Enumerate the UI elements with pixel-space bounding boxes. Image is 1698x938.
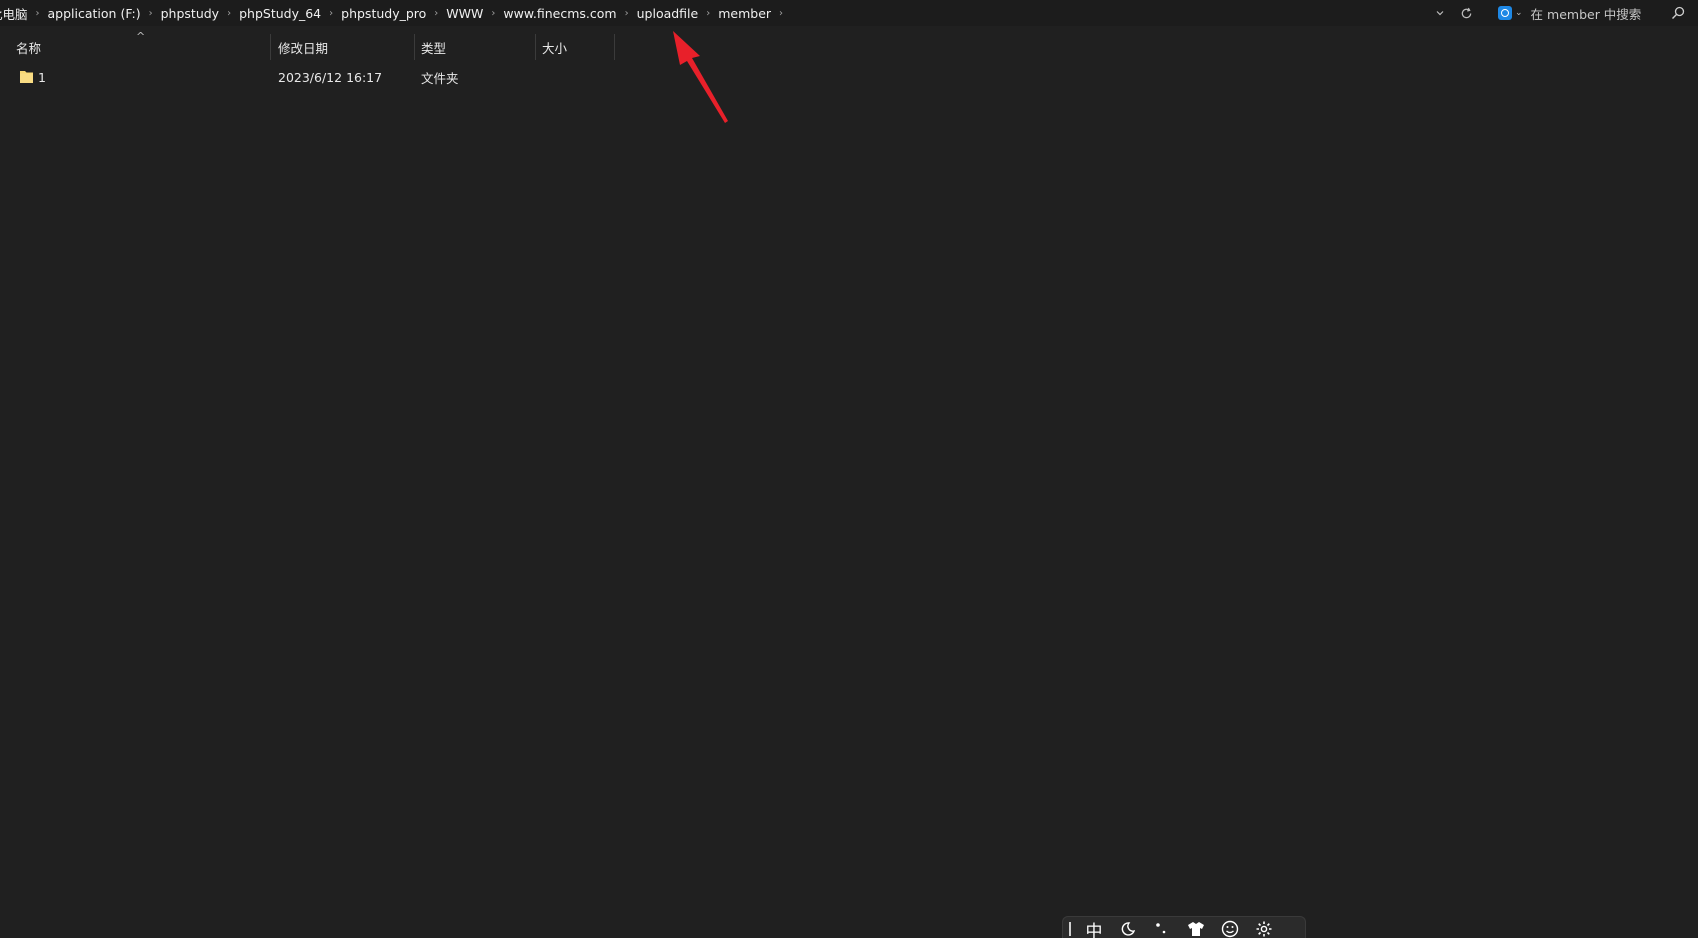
moon-icon <box>1121 922 1136 936</box>
settings-icon <box>1256 921 1272 937</box>
moon-icon[interactable] <box>1111 917 1145 938</box>
settings-icon[interactable] <box>1247 917 1281 938</box>
column-resize-handle[interactable] <box>535 34 536 60</box>
ime-mode-toggle[interactable]: 中 <box>1077 917 1111 938</box>
breadcrumb-this-pc[interactable]: 此电脑 <box>0 4 30 23</box>
column-header-type-label: 类型 <box>421 40 447 56</box>
column-header-date[interactable]: 修改日期 <box>278 34 414 60</box>
column-header-date-label: 修改日期 <box>278 40 329 56</box>
breadcrumb-separator-icon[interactable]: › <box>619 8 635 19</box>
breadcrumb-www[interactable]: WWW <box>444 6 485 21</box>
refresh-icon <box>1461 7 1471 18</box>
search-engine-dropdown-icon[interactable]: ⌄ <box>1515 8 1523 18</box>
breadcrumb-separator-icon[interactable]: › <box>143 8 159 19</box>
annotation-arrow-icon <box>673 31 728 123</box>
breadcrumb-phpstudy-64[interactable]: phpStudy_64 <box>237 6 323 21</box>
breadcrumb-separator-icon[interactable]: › <box>485 8 501 19</box>
search-input[interactable]: ⌄ 在 member 中搜索 <box>1490 0 1698 26</box>
file-explorer-window: 此电脑 › application (F:) › phpstudy › phpS… <box>0 0 1698 938</box>
search-placeholder: 在 member 中搜索 <box>1530 6 1642 22</box>
breadcrumb-uploadfile[interactable]: uploadfile <box>635 6 701 21</box>
punctuation-icon <box>1156 923 1166 934</box>
search-engine-icon[interactable] <box>1498 6 1512 20</box>
address-history-dropdown[interactable] <box>1432 0 1448 26</box>
column-resize-handle[interactable] <box>414 34 415 60</box>
emoji-icon[interactable] <box>1213 917 1247 938</box>
breadcrumb-drive-f[interactable]: application (F:) <box>46 6 143 21</box>
column-header-type[interactable]: 类型 <box>421 34 535 60</box>
column-resize-handle[interactable] <box>270 34 271 60</box>
column-header-name-label: 名称 <box>16 40 42 56</box>
column-header-row: ^ 名称 修改日期 类型 大小 <box>0 30 1698 60</box>
skin-icon[interactable] <box>1179 917 1213 938</box>
table-row[interactable]: 1 2023/6/12 16:17 文件夹 <box>0 66 616 88</box>
refresh-button[interactable] <box>1456 0 1476 26</box>
ime-toolbar: 中 <box>1062 916 1306 938</box>
file-type: 文件夹 <box>421 70 459 86</box>
folder-icon <box>20 71 33 83</box>
breadcrumb-finecms[interactable]: www.finecms.com <box>501 6 618 21</box>
file-modified-date: 2023/6/12 16:17 <box>278 69 383 85</box>
breadcrumb-member[interactable]: member <box>716 6 773 21</box>
breadcrumb-separator-icon[interactable]: › <box>700 8 716 19</box>
punctuation-icon[interactable] <box>1145 917 1179 938</box>
breadcrumb-separator-icon[interactable]: › <box>221 8 237 19</box>
breadcrumb-separator-icon[interactable]: › <box>323 8 339 19</box>
ime-drag-handle[interactable] <box>1063 917 1077 938</box>
chevron-down-icon <box>1436 11 1444 16</box>
emoji-icon <box>1221 920 1239 938</box>
address-bar[interactable]: 此电脑 › application (F:) › phpstudy › phpS… <box>0 0 1698 26</box>
breadcrumb-separator-icon[interactable]: › <box>428 8 444 19</box>
column-header-size[interactable]: 大小 <box>542 34 614 60</box>
skin-icon <box>1188 922 1204 936</box>
search-icon[interactable] <box>1670 5 1686 21</box>
column-header-size-label: 大小 <box>542 40 568 56</box>
breadcrumb-phpstudy[interactable]: phpstudy <box>159 6 221 21</box>
column-resize-handle[interactable] <box>614 34 615 60</box>
breadcrumb[interactable]: 此电脑 › application (F:) › phpstudy › phpS… <box>0 0 1420 26</box>
breadcrumb-phpstudy-pro[interactable]: phpstudy_pro <box>339 6 428 21</box>
breadcrumb-separator-icon[interactable]: › <box>30 8 46 19</box>
column-header-name[interactable]: 名称 <box>16 34 270 60</box>
breadcrumb-separator-icon[interactable]: › <box>773 8 789 19</box>
file-name[interactable]: 1 <box>38 66 46 88</box>
